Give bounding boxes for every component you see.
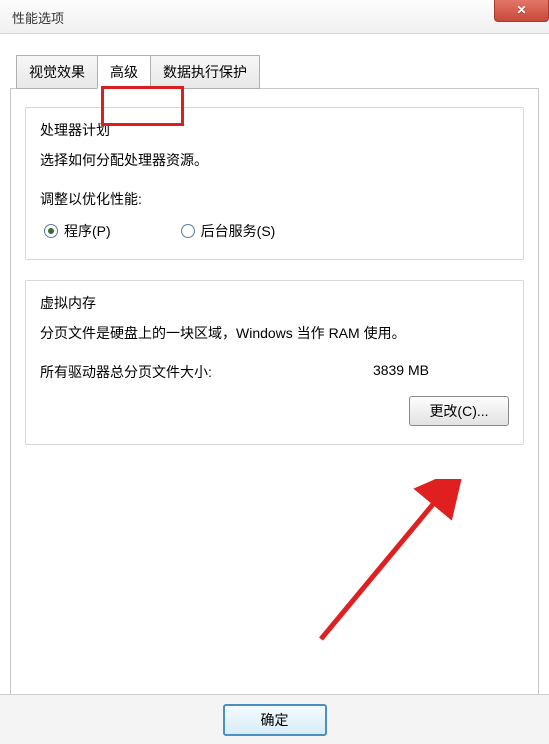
tab-advanced[interactable]: 高级 <box>97 55 151 89</box>
radio-icon <box>181 224 195 238</box>
radio-label: 后台服务(S) <box>201 221 276 241</box>
tab-label: 数据执行保护 <box>163 64 247 80</box>
change-button-row: 更改(C)... <box>40 396 509 426</box>
tab-panel: 处理器计划 选择如何分配处理器资源。 调整以优化性能: 程序(P) 后台服务(S… <box>10 88 539 698</box>
close-icon: ✕ <box>516 3 526 17</box>
title-bar: 性能选项 ✕ <box>0 0 549 34</box>
radio-background-services[interactable]: 后台服务(S) <box>181 221 276 241</box>
tab-dep[interactable]: 数据执行保护 <box>150 55 260 89</box>
tab-label: 视觉效果 <box>29 64 85 80</box>
tab-strip: 视觉效果 高级 数据执行保护 <box>16 54 539 88</box>
group-title: 处理器计划 <box>40 120 509 140</box>
adjust-label: 调整以优化性能: <box>40 189 509 209</box>
ok-button[interactable]: 确定 <box>223 704 327 736</box>
group-description: 分页文件是硬盘上的一块区域，Windows 当作 RAM 使用。 <box>40 323 509 344</box>
close-button[interactable]: ✕ <box>494 0 549 22</box>
button-label: 确定 <box>261 712 289 728</box>
dialog-button-bar: 确定 <box>0 694 549 744</box>
change-button[interactable]: 更改(C)... <box>409 396 509 426</box>
tab-label: 高级 <box>110 64 138 80</box>
vm-total-value: 3839 MB <box>373 362 429 382</box>
annotation-arrow-icon <box>291 479 491 659</box>
vm-total-label: 所有驱动器总分页文件大小: <box>40 362 212 382</box>
radio-icon <box>44 224 58 238</box>
content-area: 视觉效果 高级 数据执行保护 处理器计划 选择如何分配处理器资源。 调整以优化性… <box>0 34 549 708</box>
vm-total-row: 所有驱动器总分页文件大小: 3839 MB <box>40 362 509 382</box>
group-title: 虚拟内存 <box>40 293 509 313</box>
tab-visual-effects[interactable]: 视觉效果 <box>16 55 98 89</box>
radio-label: 程序(P) <box>64 221 111 241</box>
radio-programs[interactable]: 程序(P) <box>44 221 111 241</box>
radio-group: 程序(P) 后台服务(S) <box>40 221 509 241</box>
button-label: 更改(C)... <box>429 403 488 419</box>
group-processor-scheduling: 处理器计划 选择如何分配处理器资源。 调整以优化性能: 程序(P) 后台服务(S… <box>25 107 524 260</box>
group-virtual-memory: 虚拟内存 分页文件是硬盘上的一块区域，Windows 当作 RAM 使用。 所有… <box>25 280 524 445</box>
window-title: 性能选项 <box>12 11 64 26</box>
group-description: 选择如何分配处理器资源。 <box>40 150 509 171</box>
